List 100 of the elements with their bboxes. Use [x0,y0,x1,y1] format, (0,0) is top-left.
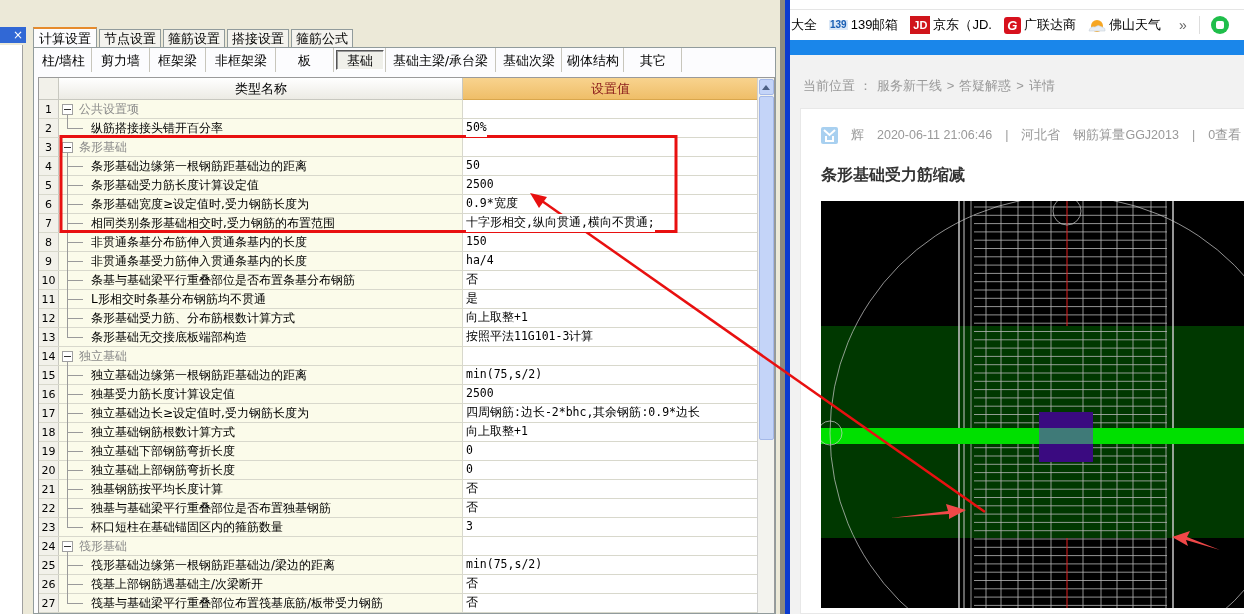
setting-name: L形相交时条基分布钢筋均不贯通 [90,291,266,308]
article-meta: | [1005,126,1009,144]
bookmark-link[interactable]: 佛山天气 [1108,15,1161,35]
article-title: 条形基础受力筋缩减 [821,165,966,185]
article-meta: 辉 [851,126,864,144]
breadcrumb-item: > [1016,77,1024,96]
group-label: 独立基础 [79,348,127,365]
setting-name: 条形基础受力筋长度计算设定值 [90,177,259,194]
scroll-up-button[interactable] [758,79,774,95]
row-number: 10 [39,271,59,289]
category-tab[interactable]: 剪力墙 [99,50,142,70]
row-number: 4 [39,157,59,175]
setting-name: 独立基础边缘第一根钢筋距基础边的距离 [90,367,307,384]
row-number: 20 [39,461,59,479]
row-number: 2 [39,119,59,137]
category-tab[interactable]: 砌体结构 [564,50,621,70]
article-meta: 0查看 [1208,126,1242,144]
setting-name: 独基与基础梁平行重叠部位是否布置独基钢筋 [90,500,331,517]
breadcrumb-item: > [946,77,955,96]
setting-value[interactable]: 十字形相交,纵向贯通,横向不贯通; [466,214,655,232]
setting-name: 非贯通条基受力筋伸入贯通条基内的长度 [90,253,307,270]
tab[interactable]: 箍筋公式 [291,29,353,47]
row-number: 7 [39,214,59,232]
category-tab[interactable]: 非框架梁 [212,50,269,70]
row-number: 18 [39,423,59,441]
row-number: 24 [39,537,59,555]
row-number: 23 [39,518,59,536]
row-number: 12 [39,309,59,327]
row-number: 13 [39,328,59,346]
setting-value[interactable]: 50% [466,119,487,137]
breadcrumb-item: 当前位置 ： [803,77,872,96]
setting-name: 筏形基础边缘第一根钢筋距基础边/梁边的距离 [90,557,336,574]
collapse-toggle[interactable] [62,350,73,362]
row-number: 9 [39,252,59,270]
collapse-toggle[interactable] [62,103,73,115]
row-number: 5 [39,176,59,194]
article-meta: 2020-06-11 21:06:46 [877,126,993,144]
bookmark-link[interactable]: 京东（JD. [933,15,992,35]
article-meta: | [1191,126,1196,144]
setting-name: 杯口短柱在基础锚固区内的箍筋数量 [90,519,283,536]
tab[interactable]: 箍筋设置 [163,29,225,47]
bookmark-link[interactable]: 广联达商 [1023,15,1076,35]
bookmark-link[interactable]: 139邮箱 [850,15,899,35]
setting-name: 筏基上部钢筋遇基础主/次梁断开 [90,576,264,593]
row-number: 26 [39,575,59,593]
setting-name: 相同类别条形基础相交时,受力钢筋的布置范围 [90,215,335,232]
row-number: 16 [39,385,59,403]
category-tab[interactable]: 板 [296,50,313,70]
row-number: 14 [39,347,59,365]
group-label: 条形基础 [79,139,127,156]
row-number: 22 [39,499,59,517]
close-button[interactable]: × [12,29,23,41]
setting-name: 条基与基础梁平行重叠部位是否布置条基分布钢筋 [90,272,355,289]
row-number: 15 [39,366,59,384]
row-number: 27 [39,594,59,612]
category-tab[interactable]: 柱/墙柱 [39,50,88,70]
header-corner [39,78,59,100]
category-tab[interactable]: 其它 [637,50,668,70]
article-meta: 河北省 [1021,126,1061,144]
group-label: 筏形基础 [79,538,127,555]
row-number: 21 [39,480,59,498]
setting-name: 筏基与基础梁平行重叠部位布置筏基底筋/板带受力钢筋 [90,595,384,612]
setting-name: 独立基础上部钢筋弯折长度 [90,462,235,479]
collapse-toggle[interactable] [62,141,73,153]
bookmark-link[interactable]: 大全 [791,15,817,35]
row-number: 3 [39,138,59,156]
row-number: 6 [39,195,59,213]
category-tab[interactable]: 基础 [335,50,384,70]
row-number: 25 [39,556,59,574]
setting-name: 条形基础无交接底板端部构造 [90,329,247,346]
setting-name: 独基受力筋长度计算设定值 [90,386,235,403]
tab[interactable]: 计算设置 [33,27,97,47]
category-tab[interactable]: 框架梁 [156,50,199,70]
annotation-arrow [1172,531,1220,550]
tab[interactable]: 节点设置 [99,29,161,47]
column-header[interactable]: 类型名称 [59,78,463,100]
category-tab[interactable]: 基础主梁/承台梁 [390,50,491,70]
category-tab[interactable]: 基础次梁 [500,50,557,70]
sun-cloud-icon [1087,18,1106,32]
setting-name: 独立基础边长≥设定值时,受力钢筋长度为 [90,405,309,422]
setting-name: 独立基础钢筋根数计算方式 [90,424,235,441]
mailbox-logo-icon: 139 [829,20,848,30]
avatar-icon [821,126,838,144]
column-header[interactable]: 设置值 [463,78,757,100]
scrollbar-thumb[interactable] [758,96,774,440]
row-number: 17 [39,404,59,422]
setting-name: 纵筋搭接接头错开百分率 [90,120,223,137]
row-number: 11 [39,290,59,308]
g-logo-icon: G [1003,16,1021,34]
scrollbar[interactable] [757,78,774,613]
more-bookmarks-button[interactable]: » [1178,14,1187,36]
tab[interactable]: 搭接设置 [227,29,289,47]
setting-name: 条形基础边缘第一根钢筋距基础边的距离 [90,158,307,175]
group-label: 公共设置项 [79,101,139,118]
setting-name: 独基钢筋按平均长度计算 [90,481,223,498]
row-number: 1 [39,100,59,118]
setting-name: 非贯通条基分布筋伸入贯通条基内的长度 [90,234,307,251]
setting-name: 条形基础受力筋、分布筋根数计算方式 [90,310,295,327]
collapse-toggle[interactable] [62,540,73,552]
row-number: 8 [39,233,59,251]
